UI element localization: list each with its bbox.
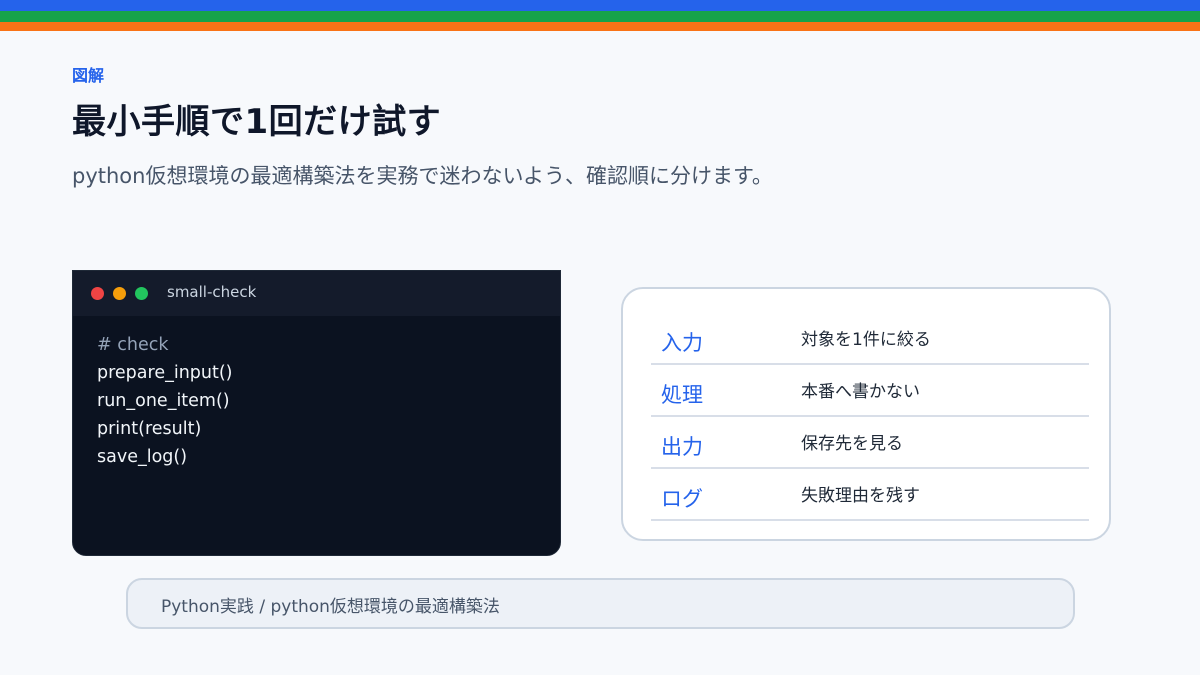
- maximize-dot-icon: [135, 287, 148, 300]
- step-row-log: ログ 失敗理由を残す: [651, 469, 1089, 521]
- terminal-window: small-check # check prepare_input() run_…: [72, 270, 561, 556]
- step-key: 処理: [661, 383, 703, 407]
- terminal-title-bar: small-check: [73, 271, 560, 316]
- footer-text: Python実践 / python仮想環境の最適構築法: [161, 597, 500, 617]
- step-value: 保存先を見る: [801, 434, 903, 454]
- step-value: 本番へ書かない: [801, 382, 920, 402]
- top-stripe-orange: [0, 22, 1200, 31]
- footer-breadcrumb: Python実践 / python仮想環境の最適構築法: [126, 578, 1075, 629]
- step-value: 対象を1件に絞る: [801, 330, 931, 350]
- step-key: 出力: [661, 435, 703, 459]
- top-stripe-blue: [0, 0, 1200, 11]
- eyebrow-label: 図解: [72, 66, 105, 85]
- close-dot-icon: [91, 287, 104, 300]
- code-line: prepare_input(): [97, 363, 233, 383]
- steps-card: 入力 対象を1件に絞る 処理 本番へ書かない 出力 保存先を見る ログ 失敗理由…: [621, 287, 1111, 541]
- step-value: 失敗理由を残す: [801, 486, 920, 506]
- step-key: 入力: [661, 331, 703, 355]
- code-line: run_one_item(): [97, 391, 230, 411]
- code-line: print(result): [97, 419, 202, 439]
- step-row-process: 処理 本番へ書かない: [651, 365, 1089, 417]
- step-row-output: 出力 保存先を見る: [651, 417, 1089, 469]
- code-block: # check prepare_input() run_one_item() p…: [73, 316, 560, 471]
- top-stripe-green: [0, 11, 1200, 22]
- step-key: ログ: [661, 487, 703, 511]
- step-row-input: 入力 対象を1件に絞る: [651, 313, 1089, 365]
- page-title: 最小手順で1回だけ試す: [72, 102, 442, 142]
- code-line: # check: [97, 335, 169, 355]
- minimize-dot-icon: [113, 287, 126, 300]
- code-line: save_log(): [97, 447, 188, 467]
- page-subtitle: python仮想環境の最適構築法を実務で迷わないよう、確認順に分けます。: [72, 164, 773, 188]
- terminal-title: small-check: [167, 283, 257, 301]
